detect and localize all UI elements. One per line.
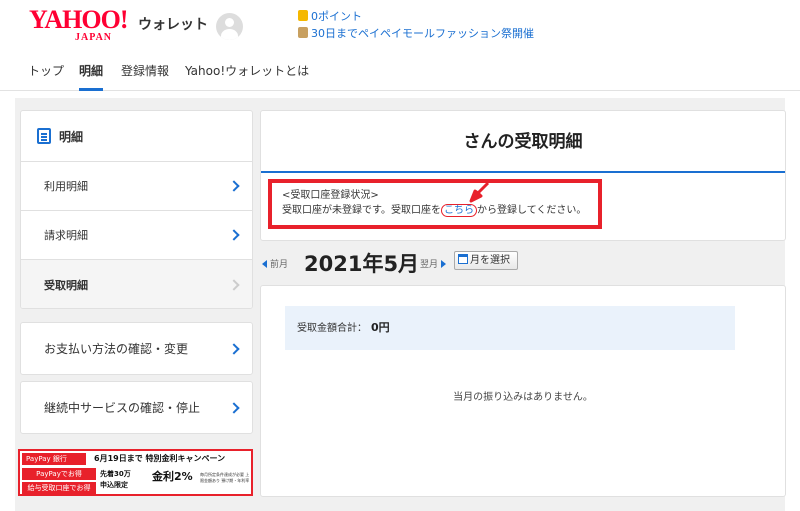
logo-subtext: JAPAN — [75, 32, 113, 43]
select-month-button[interactable]: 月を選択 — [454, 251, 518, 270]
statement-icon — [37, 128, 51, 144]
alert-text: 受取口座が未登録です。受取口座を — [282, 205, 441, 216]
month-navigation: 前月 2021年5月 翌月 月を選択 — [260, 248, 786, 278]
prev-arrow-icon — [262, 260, 267, 268]
subscriptions-label: 継続中サービスの確認・停止 — [44, 401, 201, 415]
current-month: 2021年5月 — [304, 252, 420, 276]
banner-pill: PayPayでお得 — [22, 468, 96, 480]
chevron-right-icon — [228, 229, 240, 241]
tab-top[interactable]: トップ — [28, 62, 64, 91]
sidebar-item-label: 請求明細 — [44, 229, 88, 242]
title-panel: さんの受取明細 <受取口座登録状況> 受取口座が未登録です。受取口座を こちら から… — [260, 110, 786, 241]
sidebar-item-label: 受取明細 — [44, 278, 88, 292]
annotation-arrow-icon — [469, 181, 490, 203]
sidebar-heading: 明細 — [21, 111, 252, 162]
tab-about-wallet[interactable]: Yahoo!ウォレットとは — [185, 62, 309, 91]
banner-line: 先着30万 — [100, 470, 131, 478]
total-label: 受取金額合計： — [297, 323, 367, 334]
banner-note: 毎月所定条件達成が必要 上限金額あり 預け期・年利率 — [200, 472, 250, 483]
page-title: さんの受取明細 — [261, 111, 785, 173]
prev-month-label: 前月 — [270, 260, 289, 270]
main-nav: トップ 明細 登録情報 Yahoo!ウォレットとは — [0, 50, 800, 91]
prev-month-link[interactable]: 前月 — [262, 257, 288, 270]
tab-statements[interactable]: 明細 — [79, 62, 104, 91]
yahoo-japan-logo[interactable]: YAHOO! JAPAN — [29, 7, 135, 45]
payment-method-link[interactable]: お支払い方法の確認・変更 — [20, 322, 253, 375]
sidebar-item-receipts[interactable]: 受取明細 — [21, 260, 252, 308]
payment-method-label: お支払い方法の確認・変更 — [44, 342, 189, 356]
chevron-right-icon — [228, 278, 240, 291]
sidebar-heading-label: 明細 — [59, 129, 84, 144]
campaign-link-label: 30日までペイペイモールファッション祭開催 — [311, 27, 534, 40]
register-account-link[interactable]: こちら — [441, 204, 477, 217]
sidebar-item-label: 利用明細 — [44, 180, 88, 193]
points-link[interactable]: 0ポイント — [298, 10, 362, 24]
paypay-bank-banner[interactable]: PayPay 銀行 6月19日まで 特別金利キャンペーン PayPayでお得 給… — [18, 449, 253, 496]
service-name[interactable]: ウォレット — [138, 14, 208, 34]
sidebar-item-usage[interactable]: 利用明細 — [21, 162, 252, 211]
banner-pill: 給与受取口座でお得 — [22, 482, 96, 494]
chevron-right-icon — [228, 401, 240, 414]
banner-rate: 金利2% — [152, 470, 193, 483]
chevron-right-icon — [228, 180, 240, 192]
total-value: 0円 — [371, 321, 390, 334]
next-month-link[interactable]: 翌月 — [420, 257, 447, 270]
alert-message: 受取口座が未登録です。受取口座を こちら から登録してください。 — [282, 203, 598, 218]
tab-registration-info[interactable]: 登録情報 — [121, 62, 169, 91]
alert-text: から登録してください。 — [477, 205, 587, 216]
account-status-alert: <受取口座登録状況> 受取口座が未登録です。受取口座を こちら から登録してください… — [268, 179, 602, 229]
logo-text: YAHOO! — [29, 5, 128, 34]
select-month-label: 月を選択 — [470, 255, 510, 266]
avatar[interactable] — [216, 13, 243, 40]
sidebar-item-billing[interactable]: 請求明細 — [21, 211, 252, 260]
alert-heading: <受取口座登録状況> — [282, 190, 379, 201]
chevron-right-icon — [228, 342, 240, 355]
total-amount-box: 受取金額合計： 0円 — [285, 306, 735, 350]
banner-title: 6月19日まで 特別金利キャンペーン — [94, 454, 226, 463]
header: YAHOO! JAPAN ウォレット 0ポイント 30日までペイペイモールファッ… — [0, 0, 800, 50]
subscriptions-link[interactable]: 継続中サービスの確認・停止 — [20, 381, 253, 434]
campaign-link[interactable]: 30日までペイペイモールファッション祭開催 — [298, 27, 534, 41]
receipts-panel: 受取金額合計： 0円 当月の振り込みはありません。 — [260, 285, 786, 497]
next-arrow-icon — [441, 260, 447, 268]
sidebar-menu: 明細 利用明細 請求明細 受取明細 — [20, 110, 253, 309]
banner-line: 申込限定 — [100, 481, 128, 489]
paypay-bank-logo: PayPay 銀行 — [22, 453, 86, 465]
calendar-icon — [458, 254, 468, 264]
points-link-label: 0ポイント — [311, 10, 362, 23]
empty-message: 当月の振り込みはありません。 — [453, 392, 593, 403]
campaign-icon — [298, 27, 308, 38]
next-month-label: 翌月 — [420, 260, 439, 270]
points-icon — [298, 10, 308, 21]
